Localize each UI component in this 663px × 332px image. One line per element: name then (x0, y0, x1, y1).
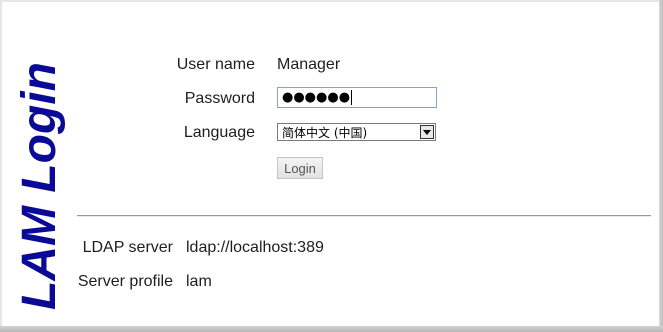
section-divider (77, 215, 651, 217)
ldap-server-label: LDAP server (82, 239, 173, 256)
chevron-down-icon[interactable] (420, 125, 434, 139)
login-page: LAM Login User name Manager Password ●●●… (0, 0, 663, 332)
password-masked-text: ●●●●●● (282, 90, 351, 105)
frame-shadow-bottom (0, 326, 663, 332)
password-field[interactable]: ●●●●●● (277, 87, 437, 108)
frame-border-left (0, 0, 2, 332)
frame-border-top (0, 0, 663, 2)
frame-shadow-right (659, 0, 663, 332)
username-value: Manager (277, 56, 341, 73)
server-profile-label: Server profile (77, 273, 173, 290)
server-profile-value: lam (186, 273, 212, 290)
password-label: Password (184, 90, 255, 107)
username-label: User name (176, 56, 255, 73)
language-select[interactable]: 简体中文 (中国) (277, 123, 436, 141)
login-button[interactable]: Login (277, 157, 323, 179)
chevron-down-glyph (423, 129, 431, 135)
ldap-server-value: ldap://localhost:389 (186, 239, 324, 256)
text-caret (351, 90, 353, 105)
language-label: Language (183, 124, 255, 141)
lam-login-logo: LAM Login (13, 10, 66, 310)
logo-text: LAM Login (13, 62, 66, 310)
language-selected-value: 简体中文 (中国) (282, 125, 368, 140)
